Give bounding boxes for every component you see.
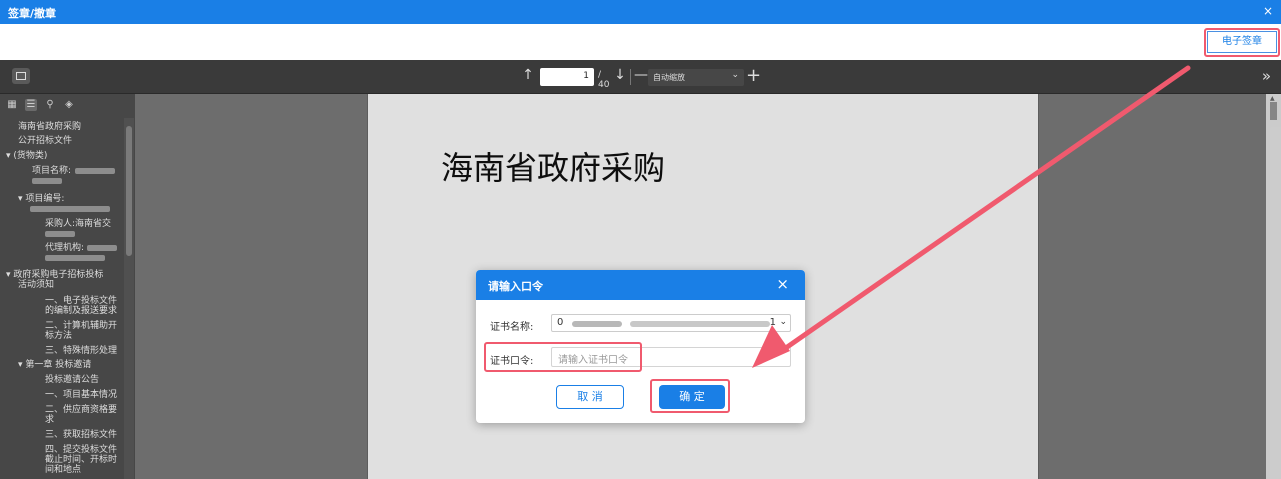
cert-name-value-suffix: 1 (769, 317, 776, 328)
cancel-button[interactable]: 取 消 (556, 385, 624, 409)
outline-item[interactable]: 采购人:海南省交 (45, 219, 111, 239)
sign-button-highlight-box (1204, 28, 1280, 57)
window-title: 签章/撤章 (8, 7, 57, 20)
page-total: / 40 (598, 70, 610, 90)
chevron-down-icon: ⌄ (779, 317, 787, 327)
outline-scrollbar-thumb[interactable] (126, 126, 132, 256)
page-number-input[interactable]: 1 (540, 68, 594, 86)
outline-item-label: 第一章 投标邀请 (25, 360, 92, 370)
next-page-icon[interactable]: ↓ (612, 67, 628, 83)
cert-name-select[interactable]: 0 1 ⌄ (551, 314, 791, 332)
zoom-in-icon[interactable]: + (746, 65, 761, 86)
outline-item-label: 采购人:海南省交 (45, 219, 112, 229)
dialog-title: 请输入口令 (488, 280, 543, 293)
outline-item[interactable]: 代理机构: (45, 243, 118, 263)
outline-item[interactable]: ▾ 政府采购电子招标投标 (6, 270, 103, 280)
password-dialog: 请输入口令 × 证书名称: 0 1 ⌄ 证书口令: 请输入证书口令 取 消 确 … (476, 270, 805, 423)
redacted-text (630, 321, 770, 327)
zoom-select-value: 自动缩放 (653, 73, 685, 82)
outline-item-label: 代理机构: (45, 243, 85, 253)
thumbnails-icon[interactable]: ▦ (6, 99, 18, 111)
redacted-text (87, 244, 118, 251)
redacted-text (75, 167, 116, 174)
outline-item[interactable]: 一、项目基本情况 (45, 390, 117, 400)
outline-item-continuation: 求 (45, 415, 55, 425)
redacted-text (45, 254, 105, 261)
outline-item[interactable]: 海南省政府采购 (18, 122, 81, 132)
password-highlight-box (484, 342, 642, 372)
outline-sidebar: ▦ ☰ ⚲ ◈ 海南省政府采购 公开招标文件 ▾ (货物类) 项目名称: ▾ 项… (0, 94, 135, 479)
outline-item-label: (货物类) (13, 151, 48, 161)
cert-name-value-prefix: 0 (557, 317, 564, 328)
chevron-down-icon: ⌄ (731, 70, 739, 80)
confirm-highlight-box (650, 379, 730, 413)
pdf-toolbar: ↑ 1 / 40 ↓ — 自动缩放 ⌄ + » (0, 60, 1281, 94)
outline-item-continuation: 间和地点 (45, 465, 82, 475)
outline-item[interactable]: 项目名称: (32, 166, 116, 186)
outline-item[interactable]: ▾ 第一章 投标邀请 (18, 360, 91, 370)
outline-item-label: 项目编号: (25, 194, 65, 204)
outline-view-tabs: ▦ ☰ ⚲ ◈ (0, 94, 135, 118)
redacted-text (32, 177, 62, 184)
redacted-text (572, 321, 622, 327)
sidebar-toggle-icon[interactable] (12, 68, 30, 84)
outline-item[interactable]: 一、电子投标文件 (45, 296, 117, 306)
layers-icon[interactable]: ◈ (63, 99, 75, 111)
outline-scrollbar[interactable] (124, 118, 134, 479)
outline-item[interactable]: 三、获取招标文件 (45, 430, 117, 440)
more-tools-icon[interactable]: » (1262, 67, 1271, 85)
outline-item[interactable]: 公开招标文件 (18, 136, 72, 146)
redacted-text (30, 205, 110, 212)
outline-item-continuation: 截止时间、开标时 (45, 455, 118, 465)
outline-item[interactable]: 投标邀请公告 (45, 375, 99, 385)
previous-page-icon[interactable]: ↑ (520, 67, 536, 83)
outline-item[interactable]: ▾ 项目编号: (18, 194, 110, 214)
attachments-icon[interactable]: ⚲ (44, 99, 56, 111)
outline-item-label: 项目名称: (32, 166, 72, 176)
zoom-out-icon[interactable]: — (634, 67, 648, 83)
outline-item-continuation: 的编制及报送要求 (45, 306, 118, 316)
redacted-text (45, 230, 75, 237)
outline-item-continuation: 活动须知 (18, 280, 55, 290)
outline-item[interactable]: 二、计算机辅助开 (45, 321, 117, 331)
outline-item[interactable]: 三、特殊情形处理 (45, 346, 117, 356)
dialog-header: 请输入口令 × (476, 270, 805, 300)
toolbar-separator (630, 69, 631, 85)
outline-item[interactable]: ▾ (货物类) (6, 151, 47, 161)
outline-item[interactable]: 二、供应商资格要 (45, 405, 117, 415)
title-bar: 签章/撤章 × (0, 0, 1281, 24)
outline-item[interactable]: 四、提交投标文件 (45, 445, 117, 455)
dialog-close-icon[interactable]: × (776, 275, 789, 293)
window-close-icon[interactable]: × (1263, 4, 1273, 18)
cert-name-label: 证书名称: (490, 322, 534, 333)
action-bar: 电子签章 (0, 24, 1281, 60)
zoom-select[interactable]: 自动缩放 ⌄ (648, 69, 744, 86)
outline-item-label: 政府采购电子招标投标 (13, 270, 104, 280)
outline-item-continuation: 标方法 (45, 331, 73, 341)
outline-icon[interactable]: ☰ (25, 99, 37, 111)
